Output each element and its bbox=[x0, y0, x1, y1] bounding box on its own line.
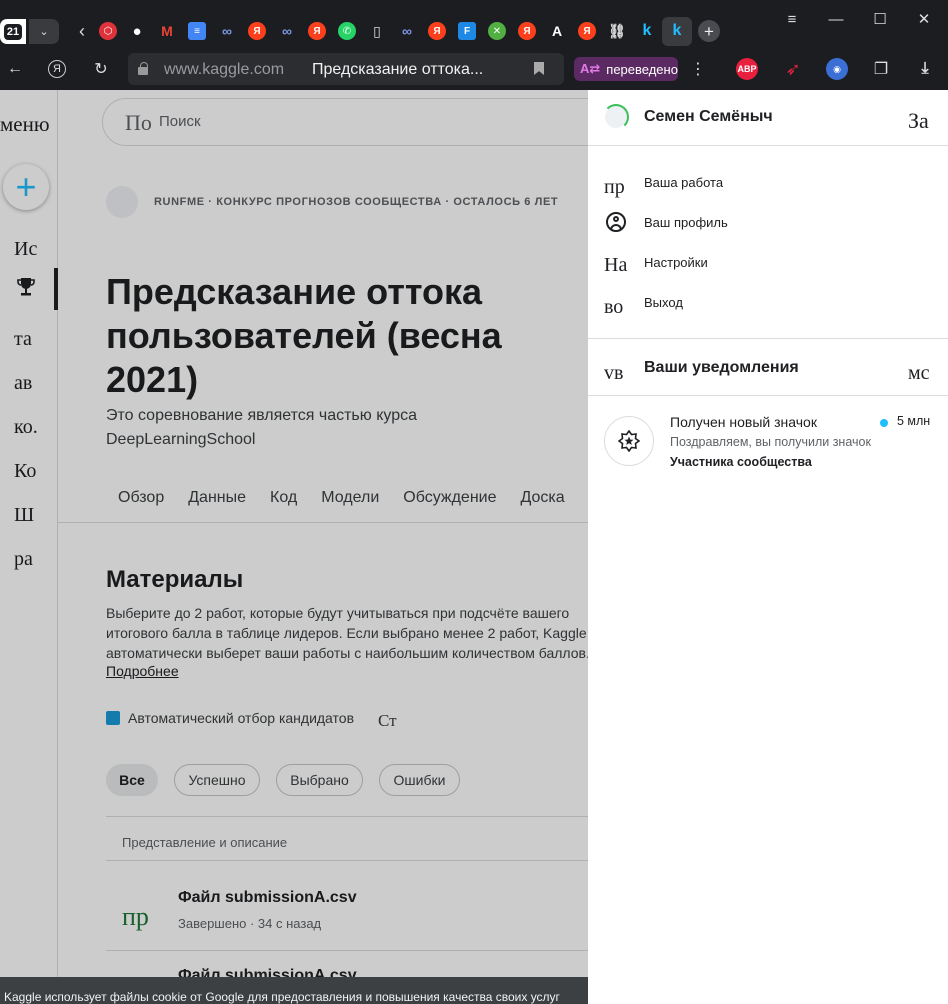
notifications-icon: vв bbox=[604, 362, 624, 384]
bookmark-icon[interactable] bbox=[534, 62, 544, 75]
red-shield-icon[interactable]: ⬡ bbox=[99, 22, 117, 40]
tab-count-button[interactable]: 21 bbox=[0, 19, 26, 44]
page-dim-overlay[interactable] bbox=[0, 90, 588, 1004]
account-panel: Семен Семёныч За пр Ваша работа Ваш проф… bbox=[588, 90, 948, 1004]
yandex-icon[interactable]: Я bbox=[428, 22, 446, 40]
logout-icon: во bbox=[604, 296, 624, 318]
close-window-icon[interactable]: ✕ bbox=[914, 10, 934, 28]
chain-icon[interactable]: ⛓ bbox=[608, 22, 626, 40]
user-name: Семен Семёныч bbox=[644, 108, 773, 125]
cookie-banner: Kaggle использует файлы cookie от Google… bbox=[0, 977, 588, 1004]
menu-logout[interactable]: Выход bbox=[644, 295, 683, 310]
lock-icon bbox=[138, 62, 148, 75]
gmail-icon[interactable]: M bbox=[158, 22, 176, 40]
yandex-home-icon[interactable]: Я bbox=[48, 60, 66, 78]
url-page-title: Предсказание оттока... bbox=[312, 61, 484, 78]
rocket-icon[interactable]: ➶ bbox=[782, 58, 804, 80]
settings-icon: На bbox=[604, 254, 628, 276]
back-arrow-icon[interactable]: ← bbox=[4, 58, 26, 80]
a-icon[interactable]: A bbox=[548, 22, 566, 40]
reload-icon[interactable]: ↻ bbox=[90, 58, 112, 80]
avatar bbox=[603, 104, 629, 130]
notification-time: 5 млн bbox=[897, 414, 931, 428]
minimize-icon[interactable]: — bbox=[826, 10, 846, 28]
notification-badge-name: Участника сообщества bbox=[670, 455, 812, 469]
your-work-icon: пр bbox=[604, 176, 625, 198]
file-icon[interactable]: ▯ bbox=[368, 22, 386, 40]
translate-label: переведено bbox=[606, 61, 678, 77]
link-icon[interactable]: ∞ bbox=[398, 22, 416, 40]
xbox-icon[interactable]: ✕ bbox=[488, 22, 506, 40]
collections-icon[interactable]: ❐ bbox=[870, 58, 892, 80]
panel-divider bbox=[588, 395, 948, 396]
translate-button[interactable]: A⇄ переведено bbox=[574, 57, 678, 81]
menu-your-profile[interactable]: Ваш профиль bbox=[644, 215, 728, 230]
unread-dot bbox=[880, 419, 888, 427]
docs-icon[interactable]: ≡ bbox=[188, 22, 206, 40]
yandex-icon[interactable]: Я bbox=[518, 22, 536, 40]
notifications-title: Ваши уведомления bbox=[644, 359, 799, 376]
menu-settings[interactable]: Настройки bbox=[644, 255, 708, 270]
panel-divider bbox=[588, 145, 948, 146]
tab-count-value: 21 bbox=[4, 23, 22, 40]
adblock-icon[interactable]: ABP bbox=[736, 58, 758, 80]
kaggle-icon[interactable]: k bbox=[638, 22, 656, 40]
whatsapp-icon[interactable]: ✆ bbox=[338, 22, 356, 40]
maximize-icon[interactable]: ☐ bbox=[870, 10, 890, 28]
badge-star-icon bbox=[604, 416, 654, 466]
kaggle-icon[interactable]: k bbox=[668, 22, 686, 40]
notification-body-text: Поздравляем, вы получили значок bbox=[670, 435, 871, 449]
translate-icon: A⇄ bbox=[580, 61, 601, 76]
browser-menu-icon[interactable]: ≡ bbox=[782, 10, 802, 28]
menu-your-work[interactable]: Ваша работа bbox=[644, 175, 723, 190]
more-options-icon[interactable]: ⋮ bbox=[690, 58, 706, 80]
link-icon[interactable]: ∞ bbox=[218, 22, 236, 40]
vpn-icon[interactable]: ◉ bbox=[826, 58, 848, 80]
url-domain: www.kaggle.com bbox=[164, 61, 285, 78]
notifications-settings-button[interactable]: мс bbox=[908, 362, 934, 385]
url-field[interactable]: www.kaggle.com Предсказание оттока... bbox=[128, 53, 564, 85]
f-icon[interactable]: F bbox=[458, 22, 476, 40]
notification-body: Поздравляем, вы получили значок Участник… bbox=[670, 432, 880, 472]
panel-divider bbox=[588, 338, 948, 339]
tabs-dropdown-chevron-icon[interactable]: ⌄ bbox=[29, 19, 59, 44]
yandex-icon[interactable]: Я bbox=[248, 22, 266, 40]
close-panel-button[interactable]: За bbox=[908, 108, 932, 134]
browser-tab-bar: 21 ⌄ ‹ ⬡ ● M ≡ ∞ Я ∞ Я ✆ ▯ ∞ Я F ✕ Я A Я… bbox=[0, 0, 948, 48]
new-tab-plus-icon[interactable]: + bbox=[698, 20, 720, 42]
yandex-icon[interactable]: Я bbox=[308, 22, 326, 40]
profile-icon bbox=[606, 212, 626, 232]
tabs-scroll-left-icon[interactable]: ‹ bbox=[72, 20, 92, 42]
github-icon[interactable]: ● bbox=[128, 22, 146, 40]
notification-title[interactable]: Получен новый значок bbox=[670, 414, 817, 430]
browser-address-bar: ← Я ↻ www.kaggle.com Предсказание оттока… bbox=[0, 48, 948, 90]
link-icon[interactable]: ∞ bbox=[278, 22, 296, 40]
download-icon[interactable]: ⤓ bbox=[914, 58, 936, 80]
yandex-icon[interactable]: Я bbox=[578, 22, 596, 40]
